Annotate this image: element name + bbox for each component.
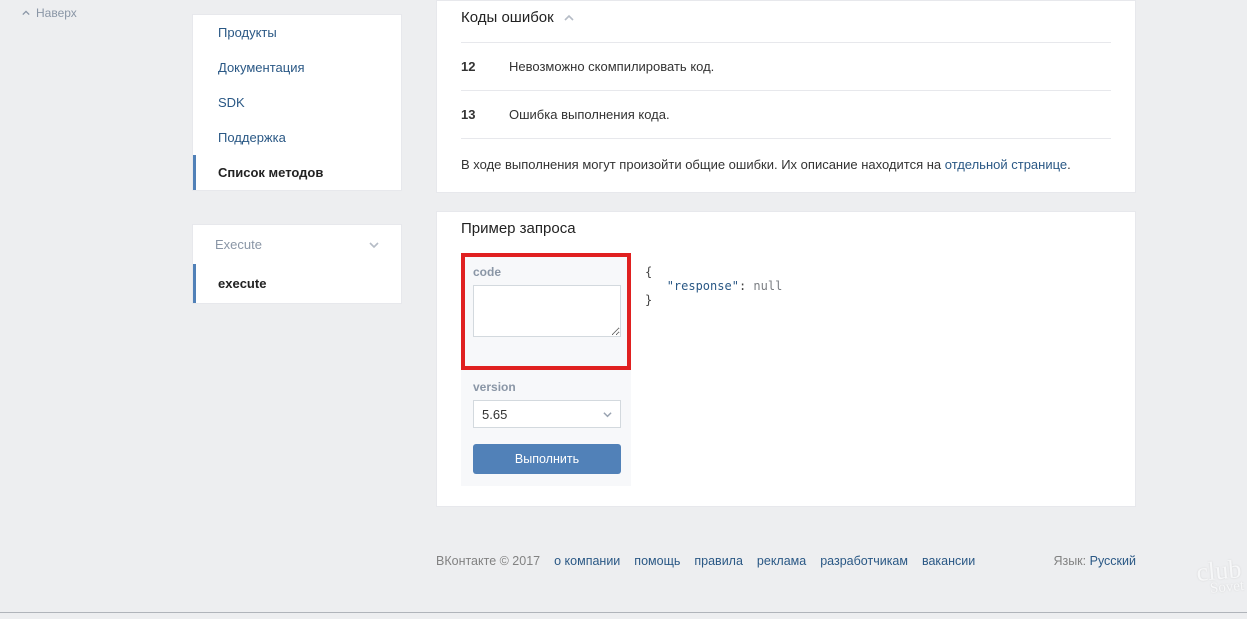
scroll-top-label: Наверх [36,6,77,20]
version-select[interactable]: 5.65 [473,400,621,428]
methods-nav: Execute execute [192,224,402,304]
footer-link-rules[interactable]: правила [694,554,743,568]
footer-link-about[interactable]: о компании [554,554,620,568]
error-codes-title[interactable]: Коды ошибок [461,1,1111,42]
footer-lang-link[interactable]: Русский [1090,554,1136,568]
param-version-label: version [473,380,619,394]
sidebar-item-products[interactable]: Продукты [193,15,401,50]
table-row: 12 Невозможно скомпилировать код. [461,43,1111,91]
error-codes-card: Коды ошибок 12 Невозможно скомпилировать… [436,0,1136,193]
footer-lang: Язык: Русский [1053,554,1136,568]
error-text: Невозможно скомпилировать код. [509,43,1111,91]
example-title: Пример запроса [461,212,1111,253]
sidebar-item-methods[interactable]: Список методов [193,155,401,190]
response-output: { "response": null } [631,253,796,486]
sidebar-item-support[interactable]: Поддержка [193,120,401,155]
chevron-down-icon [369,240,379,250]
footer: ВКонтакте © 2017 о компании помощь прави… [436,554,1136,568]
example-card: Пример запроса code version 5.65 [436,211,1136,507]
code-input[interactable] [473,285,621,337]
footer-link-jobs[interactable]: вакансии [922,554,975,568]
run-button[interactable]: Выполнить [473,444,621,474]
main-nav: Продукты Документация SDK Поддержка Спис… [192,14,402,191]
footer-links: о компании помощь правила реклама разраб… [554,554,975,568]
table-row: 13 Ошибка выполнения кода. [461,91,1111,139]
watermark: club Sovet [1195,554,1245,599]
sidebar-item-sdk[interactable]: SDK [193,85,401,120]
highlight-box: code [461,253,631,370]
chevron-up-icon [22,9,30,17]
errors-note: В ходе выполнения могут произойти общие … [461,138,1111,172]
error-code: 13 [461,91,509,139]
chevron-up-icon [564,13,574,23]
errors-note-link[interactable]: отдельной странице [945,157,1067,172]
methods-group-label: Execute [215,237,262,252]
error-codes-table: 12 Невозможно скомпилировать код. 13 Оши… [461,42,1111,138]
params-panel: code version 5.65 Выполнить [461,253,631,486]
param-code-label: code [473,265,619,279]
sidebar-item-docs[interactable]: Документация [193,50,401,85]
footer-link-devs[interactable]: разработчикам [820,554,908,568]
methods-group-header[interactable]: Execute [193,225,401,264]
footer-link-help[interactable]: помощь [634,554,680,568]
main-column: Коды ошибок 12 Невозможно скомпилировать… [436,0,1136,507]
error-code: 12 [461,43,509,91]
chevron-down-icon [603,410,612,419]
error-text: Ошибка выполнения кода. [509,91,1111,139]
version-value: 5.65 [482,407,507,422]
page-separator [0,612,1247,613]
footer-copyright: ВКонтакте © 2017 [436,554,540,568]
method-item-execute[interactable]: execute [193,264,401,303]
scroll-top-link[interactable]: Наверх [22,6,77,20]
footer-link-ads[interactable]: реклама [757,554,806,568]
